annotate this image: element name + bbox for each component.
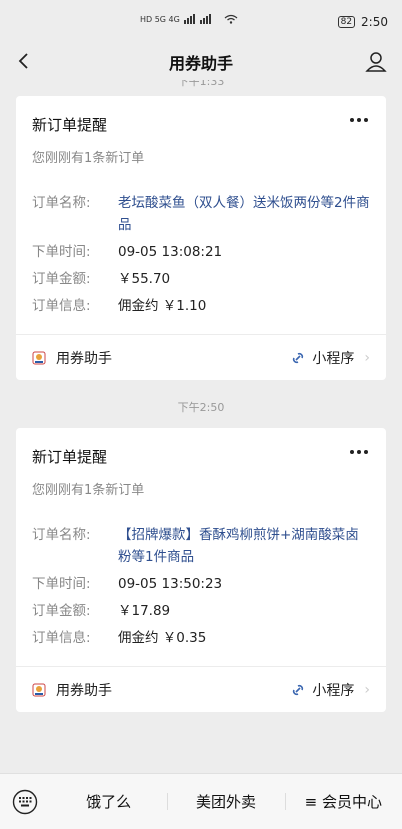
mini-program-name: 用券助手	[56, 350, 112, 367]
more-icon[interactable]	[350, 118, 368, 122]
row-label: 订单信息:	[32, 298, 91, 314]
message-card-1[interactable]: 新订单提醒 您刚刚有1条新订单 订单名称: 老坛酸菜鱼（双人餐）送米饭两份等2件…	[16, 96, 386, 380]
chevron-left-icon	[18, 53, 28, 69]
card-subtitle: 您刚刚有1条新订单	[32, 483, 145, 498]
row-value: 老坛酸菜鱼（双人餐）送米饭两份等2件商品	[118, 195, 370, 233]
card-subtitle: 您刚刚有1条新订单	[32, 151, 145, 166]
card-footer[interactable]: 用券助手 小程序 ›	[16, 666, 386, 712]
wifi-icon	[224, 14, 238, 24]
order-info-row: 订单信息: 佣金约 ￥1.10	[32, 295, 370, 317]
mini-program-label: 小程序	[312, 682, 355, 699]
signal-indicators: HD 5G 4G	[140, 14, 238, 24]
card-title: 新订单提醒	[32, 116, 108, 134]
row-value: 09-05 13:50:23	[118, 576, 223, 592]
link-icon	[293, 352, 304, 363]
order-time-row: 下单时间: 09-05 13:08:21	[32, 241, 370, 263]
chevron-right-icon: ›	[364, 349, 370, 366]
row-label: 订单名称:	[32, 527, 91, 543]
user-icon	[365, 52, 387, 72]
row-value: 佣金约 ￥1.10	[118, 298, 207, 314]
timestamp: 下午2:50	[177, 401, 225, 414]
order-info-row: 订单信息: 佣金约 ￥0.35	[32, 627, 370, 649]
clock: 2:50	[361, 15, 388, 29]
profile-button[interactable]	[364, 50, 388, 74]
row-label: 订单金额:	[32, 603, 91, 619]
menu-item-meituan[interactable]: 美团外卖	[167, 791, 284, 812]
battery-indicator: 82	[337, 16, 356, 28]
app-logo-icon	[32, 351, 46, 364]
keyboard-toggle-button[interactable]	[0, 789, 50, 815]
row-label: 订单信息:	[32, 630, 91, 646]
order-amount-row: 订单金额: ￥55.70	[32, 268, 370, 290]
menu-item-eleme[interactable]: 饿了么	[50, 791, 167, 812]
link-icon	[293, 684, 304, 695]
app-logo-icon	[32, 683, 46, 696]
mini-program-label: 小程序	[312, 350, 355, 367]
keyboard-icon	[12, 789, 38, 814]
row-label: 下单时间:	[32, 576, 91, 592]
signal-bars-icon	[183, 14, 211, 24]
row-label: 订单名称:	[32, 195, 91, 211]
signal-text: HD 5G 4G	[140, 14, 180, 24]
status-bar: HD 5G 4G 82 2:50	[0, 0, 402, 44]
card-title: 新订单提醒	[32, 448, 108, 466]
order-time-row: 下单时间: 09-05 13:50:23	[32, 573, 370, 595]
row-value: 佣金约 ￥0.35	[118, 630, 207, 646]
card-footer[interactable]: 用券助手 小程序 ›	[16, 334, 386, 380]
order-name-row: 订单名称: 老坛酸菜鱼（双人餐）送米饭两份等2件商品	[32, 192, 370, 236]
row-value: ￥55.70	[118, 271, 171, 287]
menu-item-member-center[interactable]: ≡ 会员中心	[284, 791, 402, 812]
message-card-2[interactable]: 新订单提醒 您刚刚有1条新订单 订单名称: 【招牌爆款】香酥鸡柳煎饼+湖南酸菜卤…	[16, 428, 386, 712]
row-label: 订单金额:	[32, 271, 91, 287]
order-name-row: 订单名称: 【招牌爆款】香酥鸡柳煎饼+湖南酸菜卤粉等1件商品	[32, 524, 370, 568]
more-icon[interactable]	[350, 450, 368, 454]
row-label: 下单时间:	[32, 244, 91, 260]
chevron-right-icon: ›	[364, 681, 370, 698]
nav-bar: 用券助手	[0, 44, 402, 80]
row-value: ￥17.89	[118, 603, 171, 619]
page-title: 用券助手	[168, 54, 233, 73]
bottom-menu-bar: 饿了么 美团外卖 ≡ 会员中心	[0, 773, 402, 829]
order-amount-row: 订单金额: ￥17.89	[32, 600, 370, 622]
back-button[interactable]	[12, 50, 34, 72]
mini-program-name: 用券助手	[56, 682, 112, 699]
row-value: 09-05 13:08:21	[118, 244, 223, 260]
timestamp-top: 下午1:33	[177, 80, 225, 88]
row-value: 【招牌爆款】香酥鸡柳煎饼+湖南酸菜卤粉等1件商品	[118, 527, 359, 565]
